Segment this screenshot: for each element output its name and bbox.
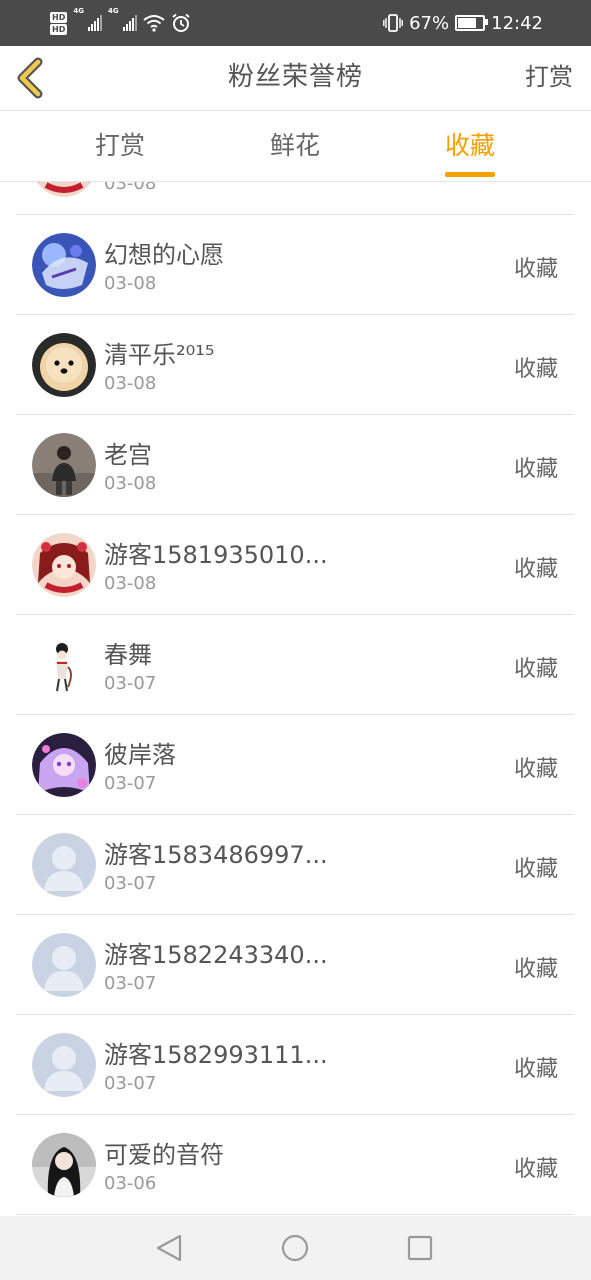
alarm-icon [171, 13, 190, 32]
active-tab-indicator [444, 172, 496, 177]
fan-date: 03-06 [104, 1173, 157, 1194]
fan-date: 03-07 [104, 973, 157, 994]
avatar-anime-purple[interactable] [32, 733, 96, 797]
app-header: 粉丝荣誉榜 打赏 [0, 46, 591, 111]
fan-name: 春舞 [104, 641, 152, 669]
status-right: 67% 12:42 [383, 0, 543, 46]
fan-list-item[interactable]: 幻想的心愿 03-08 收藏 [16, 215, 574, 315]
fan-list-item[interactable]: 彼岸落 03-07 收藏 [16, 715, 574, 815]
fan-date: 03-07 [104, 673, 157, 694]
fan-list-item[interactable]: 清平乐²⁰¹⁵ 03-08 收藏 [16, 315, 574, 415]
tab-bar: 打赏 鲜花 收藏 [0, 111, 591, 182]
page-title: 粉丝荣誉榜 [227, 62, 363, 92]
signal-icon [87, 15, 102, 31]
hd-icon: HD [50, 23, 68, 35]
nav-back-icon[interactable] [140, 1216, 200, 1280]
fan-date: 03-08 [104, 473, 157, 494]
fan-name: 幻想的心愿 [104, 241, 224, 269]
fan-date: 03-07 [104, 773, 157, 794]
fan-action-label: 收藏 [513, 757, 558, 782]
tab-label: 打赏 [94, 131, 146, 160]
fan-date: 03-07 [104, 1073, 157, 1094]
avatar-photo-girl[interactable] [32, 1133, 96, 1197]
fan-date: 03-08 [104, 373, 157, 394]
avatar-anime-blue[interactable] [32, 233, 96, 297]
fan-list-item[interactable]: 游客1581935010... 03-08 收藏 [16, 515, 574, 615]
battery-level [458, 18, 476, 28]
network-type: 4G [73, 7, 84, 15]
fan-name: 彼岸落 [104, 741, 176, 769]
status-bar: HD HD 4G 4G 67% 12:42 [0, 0, 591, 46]
fan-action-label: 收藏 [513, 657, 558, 682]
tab-favorites[interactable]: 收藏 [444, 111, 496, 181]
avatar-default[interactable] [32, 833, 96, 897]
fan-list-content: 03-08收藏幻想的心愿03-08收藏清平乐²⁰¹⁵03-08收藏老宫03-08… [16, 182, 574, 1215]
nav-recent-apps-icon[interactable] [390, 1216, 450, 1280]
avatar-dog[interactable] [32, 333, 96, 397]
fan-name: 老宫 [104, 441, 152, 469]
fan-list-item[interactable]: 游客1582243340... 03-07 收藏 [16, 915, 574, 1015]
fan-action-label: 收藏 [513, 257, 558, 282]
fan-list[interactable]: 03-08收藏幻想的心愿03-08收藏清平乐²⁰¹⁵03-08收藏老宫03-08… [16, 182, 574, 1216]
fan-action-label: 收藏 [513, 957, 558, 982]
reward-button[interactable]: 打赏 [525, 46, 573, 108]
tab-flowers[interactable]: 鲜花 [270, 111, 320, 181]
avatar-anime-red[interactable] [32, 533, 96, 597]
fan-action-label: 收藏 [513, 857, 558, 882]
battery-percent: 67% [409, 12, 450, 34]
hd-icon: HD [50, 11, 68, 23]
fan-name: 游客1581935010... [104, 541, 328, 569]
status-left: HD HD 4G 4G [50, 7, 191, 39]
fan-list-item[interactable]: 游客1582993111... 03-07 收藏 [16, 1015, 574, 1115]
hd-icons: HD HD [50, 11, 68, 35]
fan-name: 游客1582243340... [104, 941, 328, 969]
network-type: 4G [107, 7, 119, 15]
fan-list-item[interactable]: 春舞 03-07 收藏 [16, 615, 574, 715]
fan-action-label: 收藏 [513, 1157, 558, 1182]
fan-date: 03-08 [104, 182, 157, 194]
vibrate-icon [383, 14, 404, 32]
fan-action-label: 收藏 [513, 557, 558, 582]
avatar-anime-red[interactable] [32, 182, 96, 197]
fan-date: 03-07 [104, 873, 157, 894]
battery-icon [455, 15, 489, 31]
fan-date: 03-08 [104, 573, 157, 594]
fan-name: 游客1582993111... [104, 1041, 328, 1069]
fan-action-label: 收藏 [514, 182, 558, 183]
avatar-default[interactable] [32, 1033, 96, 1097]
fan-action-label: 收藏 [513, 1057, 558, 1082]
fan-name: 游客1583486997... [104, 841, 328, 869]
avatar-doll[interactable] [32, 633, 96, 697]
system-nav-bar [0, 1216, 591, 1280]
fan-action-label: 收藏 [513, 457, 558, 482]
fan-date: 03-08 [104, 273, 157, 294]
fan-list-item[interactable]: 03-08 收藏 [16, 182, 574, 215]
fan-name: 可爱的音符 [104, 1141, 224, 1169]
avatar-photo-person[interactable] [32, 433, 96, 497]
fan-name: 清平乐²⁰¹⁵ [104, 341, 215, 369]
wifi-icon [142, 15, 165, 32]
tab-label: 鲜花 [269, 131, 321, 160]
avatar-default[interactable] [32, 933, 96, 997]
tab-reward[interactable]: 打赏 [95, 111, 145, 181]
fan-list-item[interactable]: 可爱的音符 03-06 收藏 [16, 1115, 574, 1215]
fan-list-item[interactable]: 老宫 03-08 收藏 [16, 415, 574, 515]
fan-list-item[interactable]: 游客1583486997... 03-07 收藏 [16, 815, 574, 915]
fan-action-label: 收藏 [513, 357, 558, 382]
nav-home-icon[interactable] [265, 1216, 325, 1280]
tab-label: 收藏 [444, 131, 496, 160]
signal-icon [122, 15, 137, 31]
clock: 12:42 [491, 12, 543, 34]
